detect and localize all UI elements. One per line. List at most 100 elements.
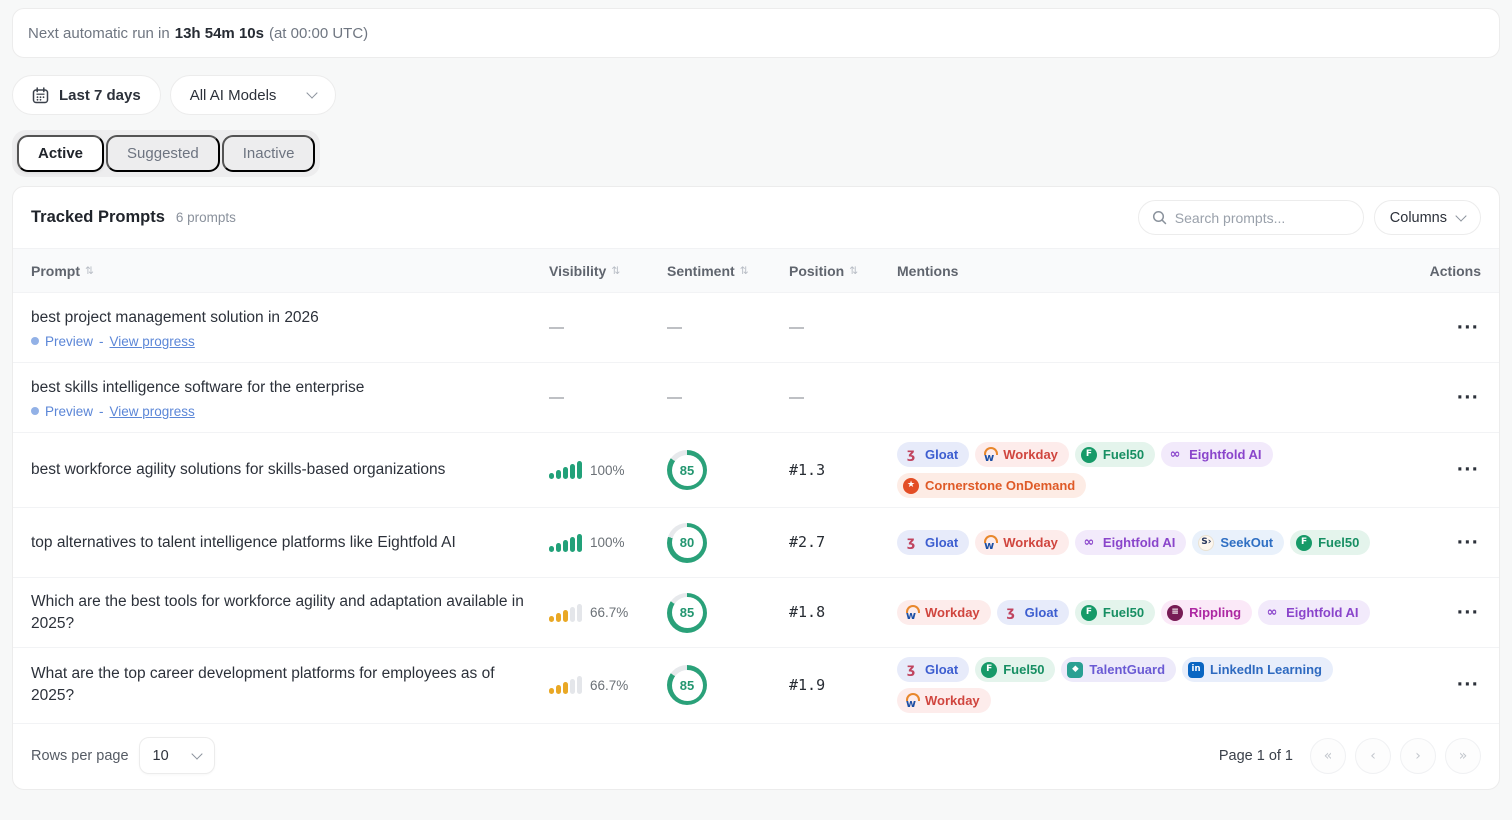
mention-badge-workday[interactable]: wWorkday: [897, 600, 991, 625]
mention-badge-fuel50[interactable]: FFuel50: [1290, 530, 1370, 555]
table-row: best workforce agility solutions for ski…: [13, 432, 1499, 507]
mention-badge-seekout[interactable]: S›SeekOut: [1192, 530, 1284, 555]
mention-badge-workday[interactable]: wWorkday: [975, 442, 1069, 467]
mention-label: Gloat: [1025, 605, 1058, 620]
next-page-button[interactable]: ›: [1400, 738, 1436, 774]
tab-active[interactable]: Active: [17, 135, 104, 172]
visibility-value: 100%: [590, 463, 625, 478]
search-input[interactable]: [1175, 210, 1350, 226]
mention-badge-talentguard[interactable]: ◆TalentGuard: [1061, 657, 1176, 682]
sentiment-ring-icon: 80: [667, 523, 707, 563]
visibility-bars-icon: [549, 461, 582, 479]
mention-badge-gloat[interactable]: ʒ Gloat: [997, 600, 1069, 625]
mention-badge-fuel50[interactable]: FFuel50: [975, 657, 1055, 682]
mention-badge-gloat[interactable]: ʒGloat: [897, 530, 969, 555]
mention-badge-workday[interactable]: wWorkday: [975, 530, 1069, 555]
tab-suggested[interactable]: Suggested: [106, 135, 220, 172]
visibility-cell: 100%: [549, 461, 667, 479]
visibility-cell: 66.7%: [549, 604, 667, 622]
columns-dropdown[interactable]: Columns: [1374, 200, 1481, 235]
mention-label: Gloat: [925, 447, 958, 462]
column-header-sentiment[interactable]: Sentiment ⇅: [667, 263, 789, 279]
rippling-icon: ≡: [1167, 605, 1183, 621]
model-filter-dropdown[interactable]: All AI Models: [170, 75, 337, 115]
row-actions-button[interactable]: ···: [1455, 529, 1481, 557]
row-actions-button[interactable]: ···: [1455, 314, 1481, 342]
columns-label: Columns: [1390, 210, 1447, 226]
mention-badge-linkedin[interactable]: inLinkedIn Learning: [1182, 657, 1333, 682]
sentiment-ring-icon: 85: [667, 450, 707, 490]
mention-label: Eightfold AI: [1286, 605, 1358, 620]
rows-per-page-select[interactable]: 10: [139, 737, 215, 774]
mention-label: Fuel50: [1318, 535, 1359, 550]
card-header: Tracked Prompts 6 prompts Columns: [13, 187, 1499, 248]
table-row: Which are the best tools for workforce a…: [13, 577, 1499, 647]
visibility-bars-icon: [549, 604, 582, 622]
row-actions-button[interactable]: ···: [1455, 384, 1481, 412]
position-cell: —: [789, 319, 897, 337]
table-row: best skills intelligence software for th…: [13, 362, 1499, 432]
visibility-cell: 66.7%: [549, 676, 667, 694]
column-header-prompt[interactable]: Prompt ⇅: [31, 263, 549, 279]
mention-badge-fuel50[interactable]: F Fuel50: [1075, 442, 1155, 467]
position-value: #2.7: [789, 533, 825, 551]
sentiment-ring-icon: 85: [667, 665, 707, 705]
mention-badge-eightfold[interactable]: ∞Eightfold AI: [1161, 442, 1272, 467]
prompt-preview: Preview - View progress: [31, 404, 549, 419]
tab-inactive[interactable]: Inactive: [222, 135, 316, 172]
date-range-label: Last 7 days: [59, 87, 141, 104]
mention-label: Fuel50: [1103, 447, 1144, 462]
view-progress-link[interactable]: View progress: [110, 404, 195, 419]
sort-icon[interactable]: ⇅: [849, 265, 858, 277]
mention-label: Fuel50: [1003, 662, 1044, 677]
column-header-actions: Actions: [1407, 263, 1481, 279]
fuel50-icon: F: [1081, 447, 1097, 463]
mention-badge-rippling[interactable]: ≡Rippling: [1161, 600, 1252, 625]
visibility-value: 66.7%: [590, 678, 628, 693]
mentions-cell: ʒ Gloat wWorkday F Fuel50 ∞Eightfold AI ★Corne…: [897, 442, 1407, 498]
sort-icon[interactable]: ⇅: [85, 265, 94, 277]
empty-value: —: [667, 319, 682, 336]
date-range-button[interactable]: Last 7 days: [12, 75, 161, 115]
mention-badge-fuel50[interactable]: FFuel50: [1075, 600, 1155, 625]
prompt-cell: top alternatives to talent intelligence …: [31, 532, 549, 554]
next-run-banner: Next automatic run in 13h 54m 10s (at 00…: [12, 8, 1500, 58]
gloat-icon: ʒ: [903, 447, 919, 463]
search-icon: [1152, 210, 1167, 225]
gloat-icon: ʒ: [903, 535, 919, 551]
first-page-button[interactable]: «: [1310, 738, 1346, 774]
sort-icon[interactable]: ⇅: [611, 265, 620, 277]
preview-separator: -: [99, 404, 104, 419]
row-actions-button[interactable]: ···: [1455, 456, 1481, 484]
view-progress-link[interactable]: View progress: [110, 334, 195, 349]
eightfold-icon: ∞: [1167, 447, 1183, 463]
prev-page-button[interactable]: ‹: [1355, 738, 1391, 774]
mention-badge-gloat[interactable]: ʒGloat: [897, 657, 969, 682]
mentions-cell: wWorkday ʒ Gloat FFuel50≡Rippling∞Eightfold…: [897, 600, 1407, 625]
gloat-icon: ʒ: [1003, 605, 1019, 621]
mention-badge-eightfold[interactable]: ∞Eightfold AI: [1258, 600, 1369, 625]
mention-badge-cornerstone[interactable]: ★Cornerstone OnDemand: [897, 473, 1086, 498]
mentions-cell: ʒGloatwWorkday∞Eightfold AIS›SeekOutFFue…: [897, 530, 1407, 555]
prompt-preview: Preview - View progress: [31, 334, 549, 349]
sentiment-cell: 85: [667, 450, 789, 490]
column-header-visibility[interactable]: Visibility ⇅: [549, 263, 667, 279]
preview-status: Preview: [45, 404, 93, 419]
table-row: best project management solution in 2026…: [13, 292, 1499, 362]
search-box: [1138, 200, 1364, 235]
position-cell: #1.3: [789, 461, 897, 480]
row-actions-button[interactable]: ···: [1455, 599, 1481, 627]
table-row: top alternatives to talent intelligence …: [13, 507, 1499, 577]
last-page-button[interactable]: »: [1445, 738, 1481, 774]
mention-badge-eightfold[interactable]: ∞Eightfold AI: [1075, 530, 1186, 555]
mention-badge-workday[interactable]: wWorkday: [897, 688, 991, 713]
row-actions-button[interactable]: ···: [1455, 671, 1481, 699]
cornerstone-icon: ★: [903, 478, 919, 494]
mention-badge-gloat[interactable]: ʒ Gloat: [897, 442, 969, 467]
sort-icon[interactable]: ⇅: [740, 265, 749, 277]
position-cell: #1.9: [789, 676, 897, 695]
sentiment-cell: —: [667, 389, 789, 407]
column-header-position[interactable]: Position ⇅: [789, 263, 897, 279]
mentions-cell: ʒGloatFFuel50◆TalentGuardinLinkedIn Lear…: [897, 657, 1407, 713]
table-footer: Rows per page 10 Page 1 of 1 « ‹ › »: [13, 723, 1499, 789]
